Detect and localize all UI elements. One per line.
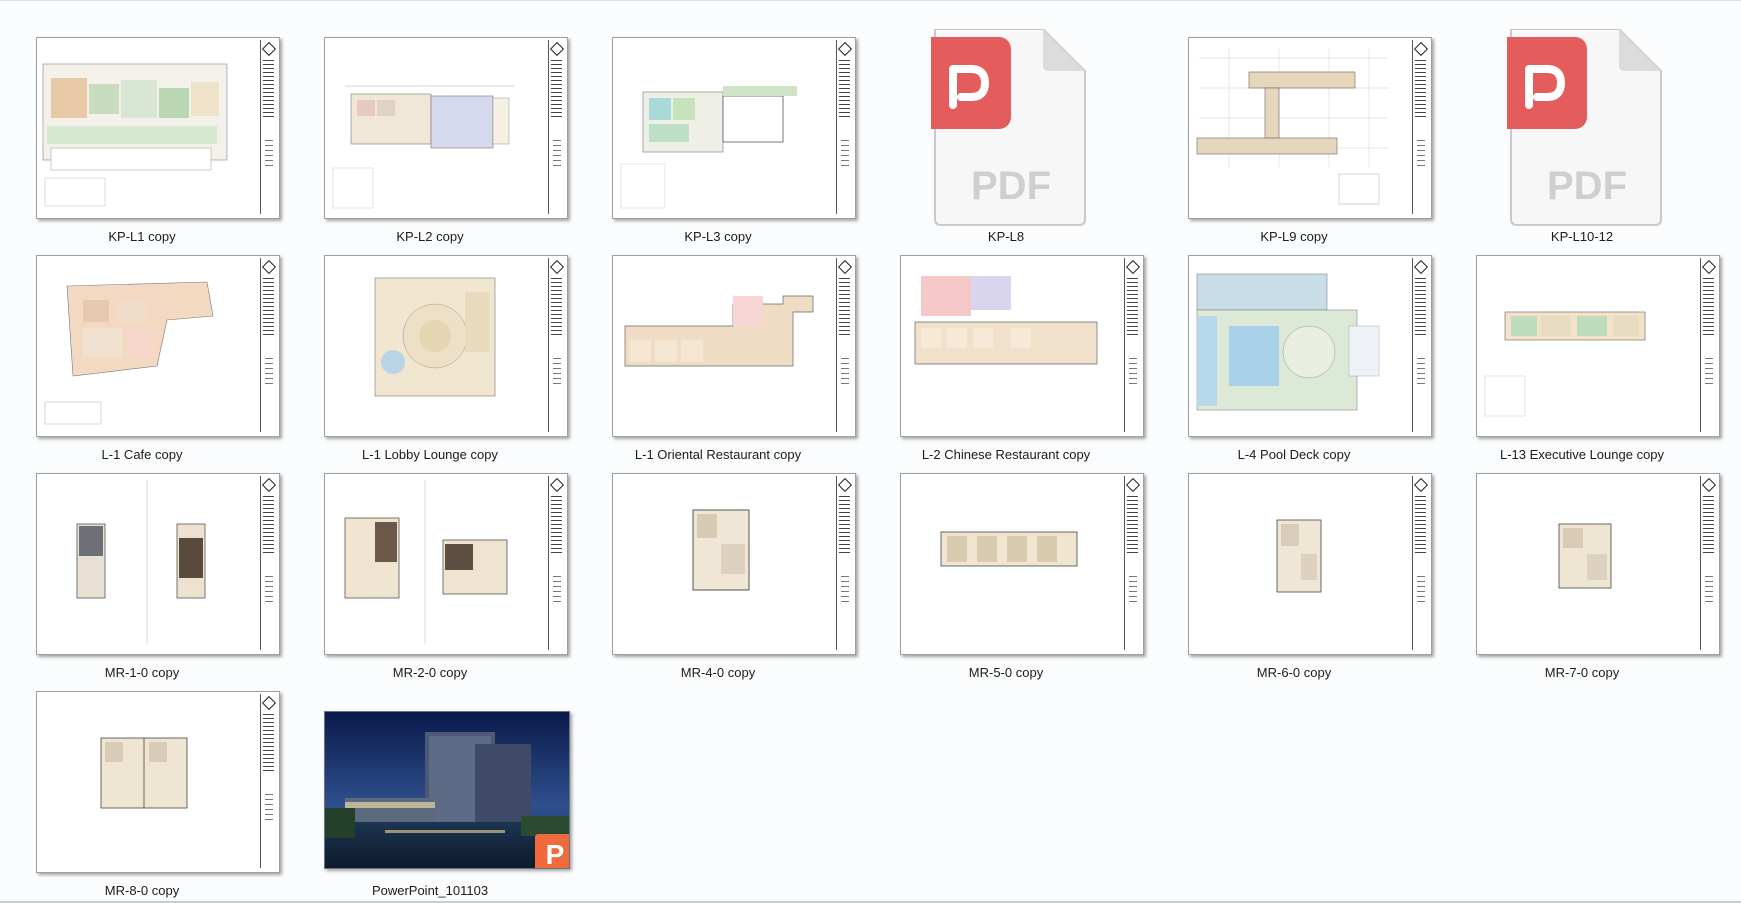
title-block bbox=[836, 40, 853, 214]
drawing-thumbnail bbox=[900, 255, 1144, 437]
file-item-mr-6-0[interactable]: MR-6-0 copy bbox=[1164, 473, 1432, 689]
drawing-thumbnail bbox=[36, 255, 280, 437]
file-name: MR-7-0 copy bbox=[1544, 665, 1620, 680]
file-item-kp-l8[interactable]: PDF KP-L8 bbox=[876, 28, 1136, 253]
drawing-thumbnail bbox=[36, 691, 280, 873]
drawing-thumbnail bbox=[324, 473, 568, 655]
file-item-mr-7-0[interactable]: MR-7-0 copy bbox=[1452, 473, 1720, 689]
pdf-file-icon: PDF bbox=[1495, 28, 1663, 227]
file-name: KP-L1 copy bbox=[108, 229, 176, 244]
file-item-l2-chinese-restaurant[interactable]: L-2 Chinese Restaurant copy bbox=[876, 255, 1144, 471]
file-name: L-1 Lobby Lounge copy bbox=[362, 447, 498, 462]
file-item-kp-l2[interactable]: KP-L2 copy bbox=[300, 37, 568, 253]
drawing-thumbnail bbox=[612, 473, 856, 655]
drawing-thumbnail bbox=[36, 37, 280, 219]
file-item-kp-l9[interactable]: KP-L9 copy bbox=[1164, 37, 1432, 253]
file-name: L-2 Chinese Restaurant copy bbox=[921, 447, 1091, 462]
file-name: MR-5-0 copy bbox=[968, 665, 1044, 680]
file-name: MR-4-0 copy bbox=[680, 665, 756, 680]
file-item-mr-5-0[interactable]: MR-5-0 copy bbox=[876, 473, 1144, 689]
file-name: KP-L8 bbox=[987, 229, 1025, 244]
title-block bbox=[260, 476, 277, 650]
title-block bbox=[260, 258, 277, 432]
title-block bbox=[548, 40, 565, 214]
file-item-l13-executive-lounge[interactable]: L-13 Executive Lounge copy bbox=[1452, 255, 1720, 471]
file-name: L-1 Oriental Restaurant copy bbox=[634, 447, 802, 462]
drawing-thumbnail bbox=[36, 473, 280, 655]
title-block bbox=[548, 476, 565, 650]
drawing-thumbnail bbox=[324, 37, 568, 219]
file-name: MR-2-0 copy bbox=[392, 665, 468, 680]
file-name: L-4 Pool Deck copy bbox=[1237, 447, 1351, 462]
pdf-file-icon: PDF bbox=[919, 28, 1087, 227]
powerpoint-icon: P bbox=[535, 834, 569, 868]
file-item-mr-2-0[interactable]: MR-2-0 copy bbox=[300, 473, 568, 689]
drawing-thumbnail bbox=[900, 473, 1144, 655]
file-name: PowerPoint_101103 bbox=[371, 883, 489, 898]
file-name: MR-6-0 copy bbox=[1256, 665, 1332, 680]
title-block bbox=[1412, 476, 1429, 650]
pdf-icon-text: PDF bbox=[1547, 164, 1627, 208]
title-block bbox=[1124, 476, 1141, 650]
hotel-render-thumbnail: P bbox=[324, 711, 570, 869]
title-block bbox=[260, 694, 277, 868]
file-name: KP-L9 copy bbox=[1260, 229, 1328, 244]
title-block bbox=[1412, 40, 1429, 214]
title-block bbox=[548, 258, 565, 432]
file-explorer-grid: KP-L1 copy KP-L2 copy KP-L3 copy PDF KP-… bbox=[0, 0, 1741, 903]
file-item-l1-oriental-restaurant[interactable]: L-1 Oriental Restaurant copy bbox=[588, 255, 856, 471]
drawing-thumbnail bbox=[1476, 255, 1720, 437]
file-name: MR-1-0 copy bbox=[104, 665, 180, 680]
file-name: L-1 Cafe copy bbox=[101, 447, 183, 462]
file-item-mr-1-0[interactable]: MR-1-0 copy bbox=[12, 473, 280, 689]
file-item-l4-pool-deck[interactable]: L-4 Pool Deck copy bbox=[1164, 255, 1432, 471]
file-item-powerpoint[interactable]: P PowerPoint_101103 bbox=[300, 691, 570, 903]
file-item-l1-lobby-lounge[interactable]: L-1 Lobby Lounge copy bbox=[300, 255, 568, 471]
drawing-thumbnail bbox=[324, 255, 568, 437]
drawing-thumbnail bbox=[1188, 255, 1432, 437]
title-block bbox=[1700, 476, 1717, 650]
file-name: L-13 Executive Lounge copy bbox=[1499, 447, 1665, 462]
title-block bbox=[1412, 258, 1429, 432]
file-name: KP-L3 copy bbox=[684, 229, 752, 244]
drawing-thumbnail bbox=[612, 37, 856, 219]
title-block bbox=[1700, 258, 1717, 432]
file-item-mr-8-0[interactable]: MR-8-0 copy bbox=[12, 691, 280, 903]
title-block bbox=[836, 258, 853, 432]
title-block bbox=[260, 40, 277, 214]
file-item-kp-l1[interactable]: KP-L1 copy bbox=[12, 37, 280, 253]
drawing-thumbnail bbox=[612, 255, 856, 437]
file-item-kp-l3[interactable]: KP-L3 copy bbox=[588, 37, 856, 253]
title-block bbox=[836, 476, 853, 650]
drawing-thumbnail bbox=[1188, 37, 1432, 219]
file-item-kp-l10-12[interactable]: PDF KP-L10-12 bbox=[1452, 28, 1712, 253]
file-item-mr-4-0[interactable]: MR-4-0 copy bbox=[588, 473, 856, 689]
file-name: KP-L10-12 bbox=[1550, 229, 1614, 244]
file-name: MR-8-0 copy bbox=[104, 883, 180, 898]
pdf-icon-text: PDF bbox=[971, 164, 1051, 208]
drawing-thumbnail bbox=[1476, 473, 1720, 655]
title-block bbox=[1124, 258, 1141, 432]
file-name: KP-L2 copy bbox=[396, 229, 464, 244]
drawing-thumbnail bbox=[1188, 473, 1432, 655]
file-item-l1-cafe[interactable]: L-1 Cafe copy bbox=[12, 255, 280, 471]
